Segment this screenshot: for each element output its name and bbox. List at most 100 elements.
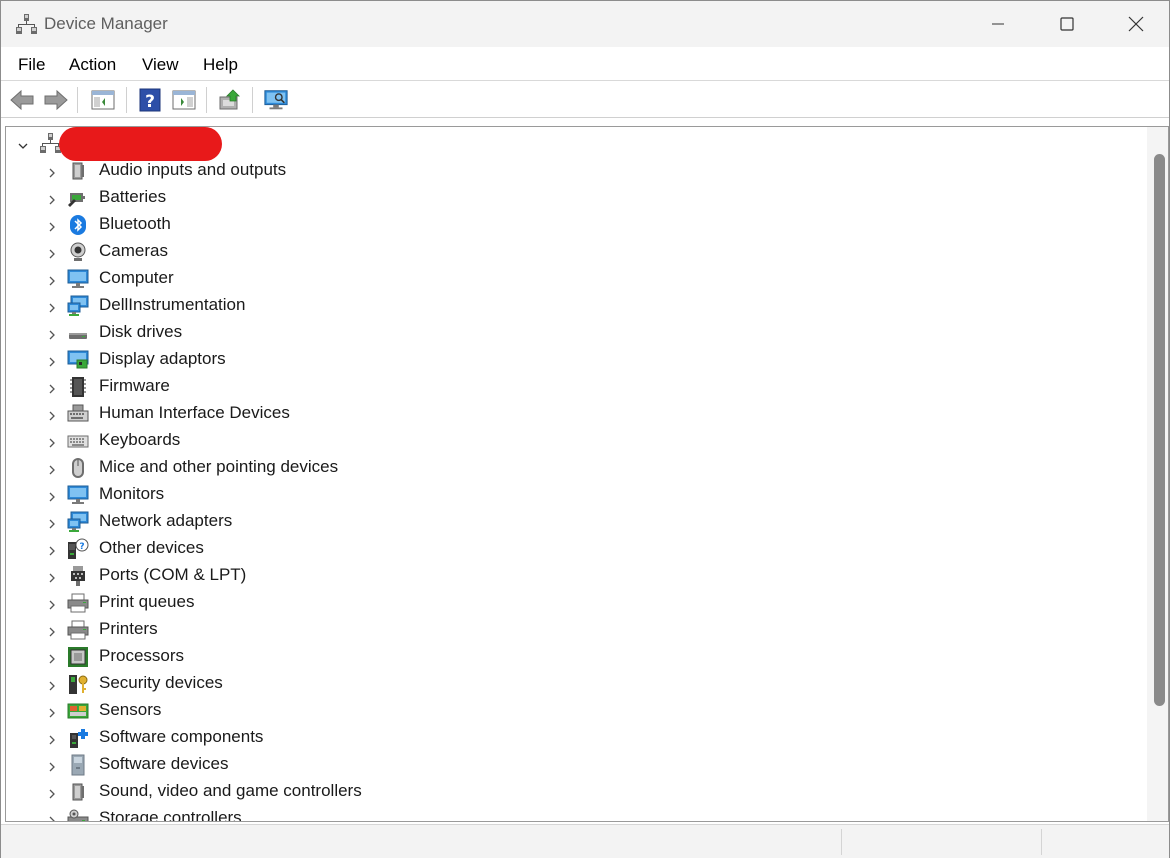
- tree-category-row[interactable]: Print queues: [6, 589, 1146, 616]
- help-button[interactable]: ?: [137, 87, 163, 113]
- chevron-right-icon[interactable]: [46, 488, 58, 502]
- tree-category-label: Batteries: [99, 187, 167, 206]
- tree-root[interactable]: [6, 127, 1146, 161]
- tree-category-row[interactable]: Network adapters: [6, 508, 1146, 535]
- processor-icon: [67, 646, 89, 668]
- tree-category-row[interactable]: DellInstrumentation: [6, 292, 1146, 319]
- chevron-right-icon[interactable]: [46, 758, 58, 772]
- display-adapter-icon: [67, 349, 89, 371]
- vertical-scrollbar[interactable]: [1147, 127, 1168, 821]
- chevron-right-icon[interactable]: [46, 218, 58, 232]
- chevron-right-icon[interactable]: [46, 191, 58, 205]
- chevron-right-icon[interactable]: [46, 461, 58, 475]
- minimize-button[interactable]: [963, 1, 1033, 47]
- maximize-icon: [1060, 17, 1074, 31]
- maximize-button[interactable]: [1032, 1, 1102, 47]
- chevron-right-icon[interactable]: [46, 353, 58, 367]
- chevron-right-icon[interactable]: [46, 272, 58, 286]
- tree-category-row[interactable]: Printers: [6, 616, 1146, 643]
- computer-network-icon: [39, 132, 61, 154]
- sensor-icon: [67, 700, 89, 722]
- title-bar[interactable]: Device Manager: [1, 1, 1169, 47]
- chevron-right-icon[interactable]: [46, 407, 58, 421]
- chevron-right-icon[interactable]: [46, 164, 58, 178]
- device-manager-window: Device Manager File Action View Help ? A…: [0, 0, 1170, 858]
- toolbar: ?: [1, 82, 1169, 118]
- properties-button[interactable]: [171, 87, 197, 113]
- storage-controller-icon: [67, 808, 89, 821]
- chevron-down-icon[interactable]: [17, 137, 29, 149]
- tree-category-row[interactable]: Software components: [6, 724, 1146, 751]
- chevron-right-icon[interactable]: [46, 542, 58, 556]
- toolbar-separator: [206, 87, 207, 113]
- chevron-right-icon[interactable]: [46, 569, 58, 583]
- toolbar-separator: [77, 87, 78, 113]
- chevron-right-icon[interactable]: [46, 434, 58, 448]
- tree-category-label: Firmware: [99, 376, 170, 395]
- show-hide-console-tree-button[interactable]: [90, 87, 116, 113]
- tree-category-row[interactable]: Processors: [6, 643, 1146, 670]
- chevron-right-icon[interactable]: [46, 812, 58, 821]
- tree-category-row[interactable]: Mice and other pointing devices: [6, 454, 1146, 481]
- menu-help[interactable]: Help: [203, 55, 238, 75]
- tree-category-label: Bluetooth: [99, 214, 171, 233]
- back-button[interactable]: [9, 87, 35, 113]
- tree-category-row[interactable]: Firmware: [6, 373, 1146, 400]
- tree-category-row[interactable]: ? Other devices: [6, 535, 1146, 562]
- keyboard-icon: [67, 430, 89, 452]
- chevron-right-icon[interactable]: [46, 596, 58, 610]
- tree-category-label: Software devices: [99, 754, 229, 773]
- scan-hardware-button[interactable]: [263, 87, 289, 113]
- tree-category-row[interactable]: Cameras: [6, 238, 1146, 265]
- chevron-right-icon[interactable]: [46, 731, 58, 745]
- tree-category-row[interactable]: Keyboards: [6, 427, 1146, 454]
- tree-category-label: Security devices: [99, 673, 223, 692]
- menu-file[interactable]: File: [18, 55, 45, 75]
- tree-category-row[interactable]: Monitors: [6, 481, 1146, 508]
- tree-category-row[interactable]: Display adaptors: [6, 346, 1146, 373]
- tree-category-row[interactable]: Human Interface Devices: [6, 400, 1146, 427]
- monitor-icon: [67, 484, 89, 506]
- tree-category-row[interactable]: Ports (COM & LPT): [6, 562, 1146, 589]
- tree-category-label: Sound, video and game controllers: [99, 781, 362, 800]
- tree-category-row[interactable]: Computer: [6, 265, 1146, 292]
- update-driver-button[interactable]: [217, 87, 243, 113]
- tree-category-row[interactable]: Software devices: [6, 751, 1146, 778]
- chevron-right-icon[interactable]: [46, 380, 58, 394]
- tree-category-row[interactable]: Security devices: [6, 670, 1146, 697]
- tree-category-label: Mice and other pointing devices: [99, 457, 339, 476]
- device-tree[interactable]: Audio inputs and outputs Batteries Bluetoo…: [6, 127, 1146, 821]
- tree-category-row[interactable]: Batteries: [6, 184, 1146, 211]
- chevron-right-icon[interactable]: [46, 650, 58, 664]
- menu-action[interactable]: Action: [69, 55, 116, 75]
- tree-category-row[interactable]: Bluetooth: [6, 211, 1146, 238]
- tree-category-row[interactable]: Sound, video and game controllers: [6, 778, 1146, 805]
- tree-category-row[interactable]: Sensors: [6, 697, 1146, 724]
- chevron-right-icon[interactable]: [46, 299, 58, 313]
- tree-category-row[interactable]: Storage controllers: [6, 805, 1146, 822]
- tree-category-label: Cameras: [99, 241, 168, 260]
- chevron-right-icon[interactable]: [46, 677, 58, 691]
- forward-arrow-icon: [44, 89, 68, 111]
- camera-icon: [67, 241, 89, 263]
- scrollbar-thumb[interactable]: [1154, 154, 1165, 706]
- help-icon: ?: [139, 88, 161, 112]
- tree-category-row[interactable]: Disk drives: [6, 319, 1146, 346]
- chevron-right-icon[interactable]: [46, 623, 58, 637]
- chevron-right-icon[interactable]: [46, 785, 58, 799]
- menu-view[interactable]: View: [142, 55, 179, 75]
- chip-icon: [67, 376, 89, 398]
- close-button[interactable]: [1101, 1, 1170, 47]
- chevron-right-icon[interactable]: [46, 704, 58, 718]
- tree-category-label: Disk drives: [99, 322, 183, 341]
- status-cell: [841, 829, 1041, 855]
- chevron-right-icon[interactable]: [46, 245, 58, 259]
- chevron-right-icon[interactable]: [46, 515, 58, 529]
- speaker-icon: [67, 160, 89, 182]
- svg-text:?: ?: [145, 92, 155, 112]
- tree-category-row[interactable]: Audio inputs and outputs: [6, 157, 1146, 184]
- forward-button[interactable]: [43, 87, 69, 113]
- chevron-right-icon[interactable]: [46, 326, 58, 340]
- update-driver-icon: [219, 89, 240, 110]
- tree-category-label: Storage controllers: [99, 808, 242, 822]
